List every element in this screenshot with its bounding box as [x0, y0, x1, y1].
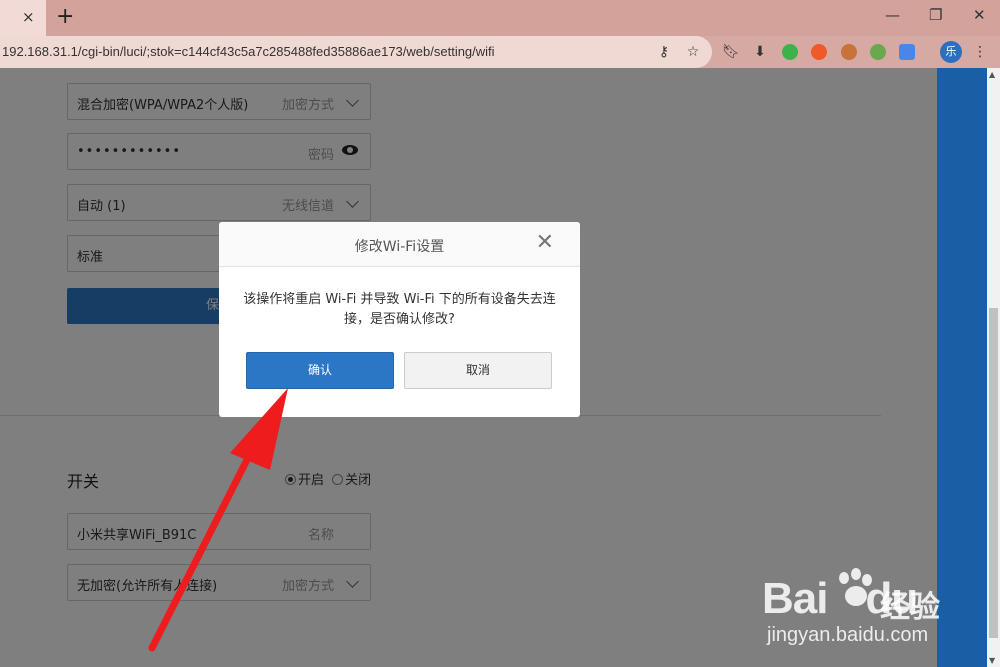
monkey-extension-icon[interactable]: [841, 44, 857, 60]
minimize-icon[interactable]: —: [885, 6, 900, 24]
paw-icon: [839, 568, 872, 606]
arrow-head: [230, 388, 288, 470]
scrollbar[interactable]: ▲ ▼: [987, 68, 1000, 667]
scroll-up-icon[interactable]: ▲: [989, 70, 995, 79]
baidu-jingyan-watermark: Bai du 经验 jingyan.baidu.com: [762, 566, 962, 667]
scroll-thumb[interactable]: [989, 308, 998, 638]
restore-icon[interactable]: ❐: [929, 6, 942, 24]
tab-close-icon[interactable]: ×: [22, 8, 35, 26]
watermark-cn: 经验: [880, 590, 940, 625]
new-tab-icon[interactable]: +: [56, 4, 74, 29]
watermark-url: jingyan.baidu.com: [767, 624, 929, 646]
arrow-shaft: [148, 434, 262, 652]
scroll-down-icon[interactable]: ▼: [989, 656, 995, 665]
shield-extension-icon[interactable]: [782, 44, 798, 60]
browser-tab[interactable]: ×: [0, 0, 46, 36]
window-close-icon[interactable]: ✕: [973, 6, 986, 24]
url-field[interactable]: 192.168.31.1/cgi-bin/luci/;stok=c144cf43…: [0, 36, 712, 68]
bookmark-star-icon[interactable]: ☆: [683, 42, 703, 62]
infinity-extension-icon[interactable]: [811, 44, 827, 60]
profile-avatar[interactable]: 乐: [940, 41, 962, 63]
download-icon[interactable]: ⬇: [750, 42, 770, 62]
bookmark-icon[interactable]: 🔖︎: [721, 42, 741, 62]
address-bar: 192.168.31.1/cgi-bin/luci/;stok=c144cf43…: [0, 36, 1000, 68]
router-settings-page: 混合加密(WPA/WPA2个人版) 加密方式 •••••••••••• 密码 自…: [0, 68, 1000, 667]
translate-extension-icon[interactable]: [899, 44, 915, 60]
menu-icon[interactable]: ⋮: [970, 42, 990, 62]
earth-extension-icon[interactable]: [870, 44, 886, 60]
key-icon[interactable]: ⚷: [654, 42, 674, 62]
tab-bar: × + — ❐ ✕: [0, 0, 1000, 36]
